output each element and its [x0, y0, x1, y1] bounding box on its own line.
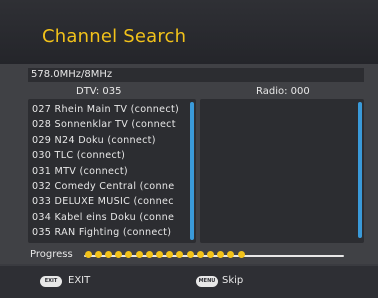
progress-dot — [145, 251, 153, 258]
progress-dot — [155, 251, 163, 258]
progress-dot — [186, 251, 194, 258]
menu-key-icon[interactable]: MENU — [196, 276, 218, 287]
radio-list-scrollbar[interactable] — [358, 102, 362, 238]
skip-label: Skip — [222, 275, 244, 286]
channel-row[interactable]: 032 Comedy Central (conne — [32, 179, 188, 194]
page-title: Channel Search — [42, 26, 187, 47]
channel-row[interactable]: 031 MTV (connect) — [32, 164, 188, 179]
channel-row[interactable]: 035 RAN Fighting (connect) — [32, 225, 188, 240]
channel-row[interactable]: 028 Sonnenklar TV (connect — [32, 117, 188, 132]
radio-channel-panel[interactable] — [200, 99, 364, 243]
radio-count: Radio: 000 — [256, 86, 310, 97]
progress-dot — [237, 251, 245, 258]
progress-label: Progress — [30, 249, 73, 260]
frequency-readout: 578.0MHz/8MHz — [28, 68, 364, 82]
channel-row[interactable]: 034 Kabel eins Doku (conne — [32, 210, 188, 225]
progress-dot — [84, 251, 92, 258]
tv-channel-list[interactable]: 027 Rhein Main TV (connect) 028 Sonnenkla… — [32, 102, 188, 241]
progress-track — [84, 255, 344, 257]
progress-dot — [94, 251, 102, 258]
dtv-count: DTV: 035 — [76, 86, 122, 97]
progress-dot — [206, 251, 214, 258]
exit-label: EXIT — [68, 275, 91, 286]
channel-row[interactable]: 033 DELUXE MUSIC (connec — [32, 194, 188, 209]
channel-row[interactable]: 030 TLC (connect) — [32, 148, 188, 163]
channel-row[interactable]: 027 Rhein Main TV (connect) — [32, 102, 188, 117]
channel-row[interactable]: 029 N24 Doku (connect) — [32, 133, 188, 148]
progress-dot — [135, 251, 143, 258]
exit-key-icon[interactable]: EXIT — [40, 276, 62, 287]
progress-dot — [104, 251, 112, 258]
progress-dot — [196, 251, 204, 258]
tv-list-scrollbar[interactable] — [190, 102, 194, 240]
